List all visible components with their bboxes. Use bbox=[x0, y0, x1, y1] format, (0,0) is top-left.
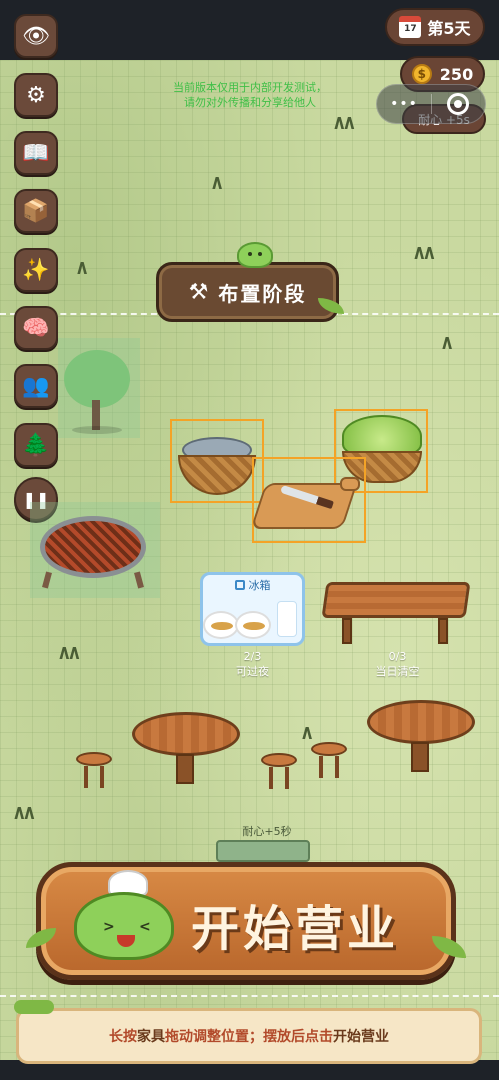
fridge-caption: 可过夜 bbox=[236, 665, 269, 678]
grass-tuft: ʌ bbox=[77, 255, 88, 280]
hint-text: 拖动调整位置；摆放后点击 bbox=[165, 1029, 333, 1045]
slime-mascot-icon bbox=[237, 242, 273, 268]
serving-counter[interactable] bbox=[320, 578, 472, 648]
box-icon: 📦 bbox=[22, 198, 50, 224]
vine-icon bbox=[14, 1000, 54, 1014]
gear-icon: ⚙ bbox=[26, 82, 46, 108]
counter-caption: 当日清空 bbox=[375, 665, 420, 678]
hint-banner: 长按 家具 拖动调整位置；摆放后点击 开始营业 bbox=[16, 1008, 482, 1064]
grass-tuft: ʌʌ bbox=[59, 640, 80, 665]
fridge-icon bbox=[234, 580, 245, 590]
fridge-label: 冰箱 bbox=[248, 579, 271, 592]
people-icon: 👥 bbox=[22, 373, 50, 399]
counter-status: 0/3 当日清空 bbox=[355, 650, 440, 679]
calendar-icon: 17 bbox=[399, 16, 422, 38]
sparkle-icon: ✨ bbox=[22, 257, 50, 283]
more-menu-button[interactable]: ••• bbox=[377, 96, 431, 112]
fridge[interactable]: 冰箱 bbox=[200, 572, 305, 646]
miniprogram-capsule: ••• bbox=[376, 84, 486, 124]
counter-count: 0/3 bbox=[388, 650, 407, 663]
hint-highlight: 开始营业 bbox=[333, 1029, 389, 1045]
brain-icon: 🧠 bbox=[22, 315, 50, 341]
coin-icon: $ bbox=[411, 64, 432, 84]
tools-icon: ⚒ bbox=[188, 279, 209, 305]
tree-button[interactable]: 🌲 bbox=[14, 423, 58, 467]
stool[interactable] bbox=[311, 742, 347, 782]
patience-bonus-label: 耐心+5秒 bbox=[242, 825, 292, 838]
chef-slime-icon: > < bbox=[74, 870, 174, 960]
people-button[interactable]: 👥 bbox=[14, 364, 58, 408]
grass-tuft: ʌʌ bbox=[14, 800, 35, 825]
round-table[interactable] bbox=[130, 710, 242, 790]
fridge-status: 2/3 可过夜 bbox=[200, 650, 305, 679]
coin-amount: 250 bbox=[439, 64, 474, 84]
dish-icon bbox=[203, 611, 239, 639]
box-button[interactable]: 📦 bbox=[14, 189, 58, 233]
dev-notice-line: 请勿对外传播和分享给他人 bbox=[184, 96, 316, 109]
brain-button[interactable]: 🧠 bbox=[14, 306, 58, 350]
gear-button[interactable]: ⚙ bbox=[14, 73, 58, 117]
eye-button[interactable]: 👁 bbox=[14, 14, 58, 58]
day-indicator: 17 第5天 bbox=[385, 8, 485, 46]
stool[interactable] bbox=[76, 752, 112, 792]
dev-notice-line: 当前版本仅用于内部开发测试， bbox=[173, 81, 327, 94]
fridge-count: 2/3 bbox=[243, 650, 262, 663]
layout-boundary-bottom bbox=[0, 995, 499, 997]
bbq-grill[interactable] bbox=[30, 502, 160, 598]
round-table[interactable] bbox=[365, 698, 477, 778]
day-label: 第5天 bbox=[427, 19, 471, 38]
book-icon: 📖 bbox=[22, 140, 50, 166]
tree-icon: 🌲 bbox=[22, 432, 50, 458]
flower-planter[interactable] bbox=[216, 840, 310, 862]
close-miniprogram-button[interactable] bbox=[432, 93, 485, 115]
target-icon bbox=[447, 93, 470, 115]
grass-tuft: ʌ bbox=[212, 170, 223, 195]
grass-tuft: ʌʌ bbox=[334, 110, 355, 135]
book-button[interactable]: 📖 bbox=[14, 131, 58, 175]
grass-tuft: ʌʌ bbox=[414, 240, 435, 265]
sparkle-button[interactable]: ✨ bbox=[14, 248, 58, 292]
empty-slot bbox=[277, 601, 297, 637]
stool[interactable] bbox=[261, 753, 297, 793]
cutting-board[interactable] bbox=[250, 457, 366, 543]
fish-basket[interactable] bbox=[170, 419, 264, 503]
hint-highlight: 家具 bbox=[137, 1029, 165, 1045]
tree-decoration[interactable] bbox=[58, 338, 140, 438]
phase-title: 布置阶段 bbox=[218, 281, 307, 306]
phase-banner: ⚒ 布置阶段 bbox=[156, 262, 339, 322]
start-business-label: 开始营业 bbox=[191, 901, 400, 957]
eye-icon: 👁 bbox=[22, 23, 50, 49]
dish-icon bbox=[235, 611, 271, 639]
dev-notice: 当前版本仅用于内部开发测试， 请勿对外传播和分享给他人 bbox=[140, 80, 360, 110]
grass-tuft: ʌ bbox=[442, 330, 453, 355]
hint-text: 长按 bbox=[109, 1029, 137, 1045]
